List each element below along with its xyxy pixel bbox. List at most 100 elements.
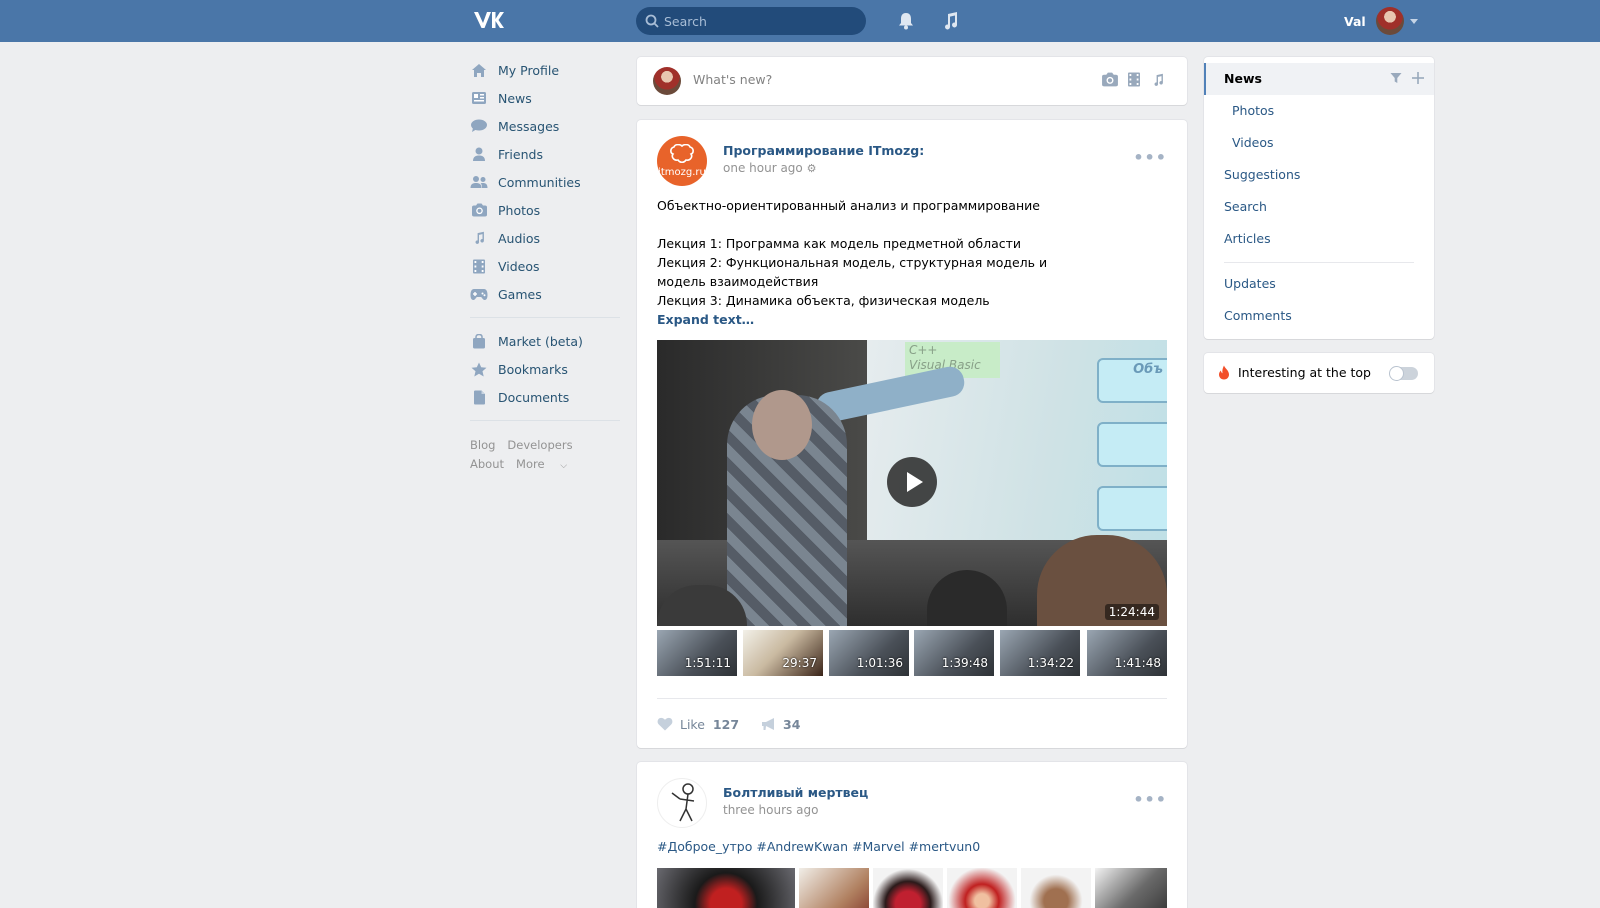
user-name: Val	[1344, 13, 1366, 29]
search-box[interactable]	[636, 7, 866, 35]
nav-divider	[470, 317, 620, 318]
like-button[interactable]: Like 127	[657, 717, 739, 732]
camera-icon[interactable]	[1101, 72, 1119, 87]
expand-text-link[interactable]: Expand text…	[657, 310, 1167, 329]
heart-icon	[657, 717, 673, 731]
search-icon	[645, 14, 659, 28]
nav-communities[interactable]: Communities	[470, 168, 620, 196]
footer-more-link[interactable]: More ⌵	[516, 457, 579, 471]
film-icon[interactable]	[1127, 72, 1141, 87]
nav-games[interactable]: Games	[470, 280, 620, 308]
composer-placeholder[interactable]: What's new?	[693, 72, 772, 87]
thumb-duration: 1:01:36	[856, 656, 903, 670]
gallery-photo[interactable]	[657, 868, 795, 908]
filter-icon[interactable]	[1390, 72, 1402, 84]
footer-developers-link[interactable]: Developers	[507, 438, 572, 452]
video-player[interactable]: C++ Visual Basic Объ 1:24:44	[657, 340, 1167, 626]
footer-more-label: More	[516, 457, 545, 471]
document-icon	[470, 389, 488, 405]
rmenu-label: News	[1224, 71, 1262, 86]
rmenu-comments[interactable]: Comments	[1204, 300, 1434, 332]
nav-bookmarks[interactable]: Bookmarks	[470, 355, 620, 383]
share-button[interactable]: 34	[761, 717, 800, 732]
gallery-photo[interactable]	[799, 868, 869, 908]
post-author[interactable]: Программирование ITmozg:	[723, 143, 924, 158]
gallery-photo[interactable]	[873, 868, 943, 908]
top-header: Val	[0, 0, 1600, 42]
interesting-toggle[interactable]	[1389, 366, 1418, 381]
post-author[interactable]: Болтливый мертвец	[723, 785, 868, 800]
nav-label: Communities	[498, 174, 581, 190]
post-composer[interactable]: What's new?	[637, 57, 1187, 105]
search-input[interactable]	[664, 7, 859, 35]
vk-logo[interactable]	[472, 10, 504, 30]
rmenu-search[interactable]: Search	[1204, 191, 1434, 223]
post-text-line: Объектно-ориентированный анализ и програ…	[657, 198, 1040, 213]
avatar-text: itmozg.ru	[658, 167, 706, 178]
rmenu-divider	[1224, 262, 1414, 263]
rmenu-news[interactable]: News	[1204, 63, 1434, 95]
rmenu-articles[interactable]: Articles	[1204, 223, 1434, 255]
video-thumbnail[interactable]: 1:39:48	[914, 630, 994, 676]
nav-friends[interactable]: Friends	[470, 140, 620, 168]
video-thumbnail[interactable]: 1:51:11	[657, 630, 737, 676]
music-note-icon[interactable]	[1151, 72, 1165, 88]
music-note-icon[interactable]	[940, 11, 960, 31]
rmenu-suggestions[interactable]: Suggestions	[1204, 159, 1434, 191]
thumb-duration: 29:37	[782, 656, 817, 670]
chevron-down-icon	[1409, 18, 1418, 24]
nav-messages[interactable]: Messages	[470, 112, 620, 140]
film-icon	[470, 258, 488, 274]
gallery-photo[interactable]	[947, 868, 1017, 908]
footer-about-link[interactable]: About	[470, 457, 504, 471]
more-icon[interactable]: •••	[1133, 790, 1167, 809]
nav-label: Games	[498, 286, 542, 302]
video-thumbnail[interactable]: 1:41:48	[1087, 630, 1167, 676]
post-text-line: Лекция 3: Динамика объекта, физическая м…	[657, 293, 990, 308]
video-thumbnail[interactable]: 1:34:22	[1000, 630, 1080, 676]
rmenu-label: Updates	[1224, 276, 1276, 291]
megaphone-icon	[762, 718, 775, 730]
like-label: Like	[680, 716, 705, 732]
nav-photos[interactable]: Photos	[470, 196, 620, 224]
gallery-photo[interactable]	[1021, 868, 1091, 908]
nav-audios[interactable]: Audios	[470, 224, 620, 252]
community-avatar[interactable]	[657, 778, 707, 828]
nav-videos[interactable]: Videos	[470, 252, 620, 280]
nav-label: News	[498, 90, 532, 106]
diagram-box	[1097, 486, 1167, 531]
post-actions: Like 127 34	[657, 714, 800, 734]
plus-icon[interactable]	[1412, 72, 1424, 84]
nav-label: Photos	[498, 202, 541, 218]
post-time[interactable]: one hour ago ⚙	[723, 161, 816, 175]
post-time[interactable]: three hours ago	[723, 803, 818, 817]
gallery-photo[interactable]	[1095, 868, 1167, 908]
nav-news[interactable]: News	[470, 84, 620, 112]
nav-market[interactable]: Market (beta)	[470, 327, 620, 355]
rmenu-label: Articles	[1224, 231, 1271, 246]
community-avatar[interactable]: itmozg.ru	[657, 136, 707, 186]
rmenu-label: Photos	[1232, 103, 1275, 118]
footer-blog-link[interactable]: Blog	[470, 438, 495, 452]
thumb-duration: 1:39:48	[941, 656, 988, 670]
play-icon[interactable]	[887, 457, 937, 507]
more-icon[interactable]: •••	[1133, 148, 1167, 167]
rmenu-videos[interactable]: Videos	[1204, 127, 1434, 159]
thumb-duration: 1:41:48	[1114, 656, 1161, 670]
avatar	[653, 67, 681, 95]
post-hashtags[interactable]: #Доброе_утро #AndrewKwan #Marvel #mertvu…	[657, 839, 980, 854]
nav-documents[interactable]: Documents	[470, 383, 620, 411]
lecturer-head	[752, 390, 812, 460]
chevron-down-icon: ⌵	[560, 461, 568, 471]
rmenu-photos[interactable]: Photos	[1204, 95, 1434, 127]
star-icon	[470, 361, 488, 377]
rmenu-label: Search	[1224, 199, 1267, 214]
user-menu[interactable]: Val	[1344, 6, 1418, 36]
bag-icon	[470, 333, 488, 349]
bell-icon[interactable]	[896, 11, 916, 31]
video-thumbnail[interactable]: 29:37	[743, 630, 823, 676]
rmenu-updates[interactable]: Updates	[1204, 268, 1434, 300]
video-thumbnail[interactable]: 1:01:36	[829, 630, 909, 676]
home-icon	[470, 62, 488, 78]
nav-my-profile[interactable]: My Profile	[470, 56, 620, 84]
